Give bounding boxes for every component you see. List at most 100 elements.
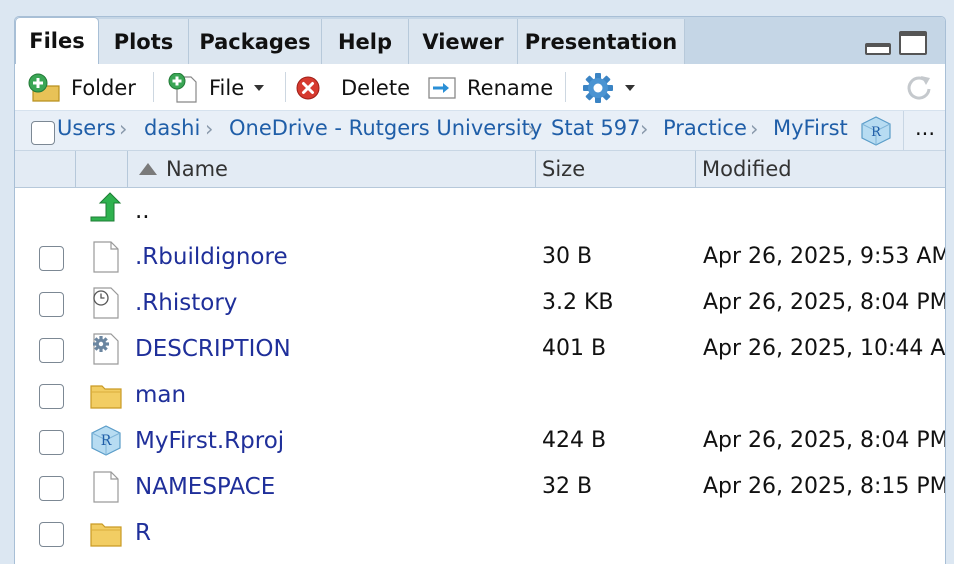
tab-packages[interactable]: Packages	[189, 19, 322, 64]
file-name-link[interactable]: MyFirst.Rproj	[135, 428, 284, 454]
breadcrumb-item-stat-597[interactable]: Stat 597	[551, 116, 640, 140]
refresh-button[interactable]	[903, 72, 935, 104]
tab-label: Presentation	[524, 29, 678, 54]
file-modified: Apr 26, 2025, 8:04 PM	[703, 428, 946, 453]
file-size: 424 B	[542, 428, 607, 453]
parent-directory-link[interactable]: ..	[135, 198, 150, 224]
breadcrumb-separator: ›	[527, 117, 536, 141]
select-all-checkbox[interactable]	[31, 121, 55, 145]
refresh-icon	[907, 76, 931, 100]
tab-label: Help	[337, 29, 393, 54]
more-options-button[interactable]	[581, 72, 635, 104]
breadcrumb: Users › dashi › OneDrive - Rutgers Unive…	[15, 111, 945, 151]
chevron-down-icon	[625, 85, 635, 91]
table-row[interactable]: DESCRIPTION 401 B Apr 26, 2025, 10:44 AM	[15, 328, 945, 374]
header-size-column[interactable]: Size	[536, 151, 696, 187]
row-checkbox[interactable]	[39, 338, 64, 363]
file-size: 30 B	[542, 244, 593, 269]
row-checkbox[interactable]	[39, 292, 64, 317]
toolbar-divider	[153, 72, 154, 102]
rename-icon	[428, 77, 456, 99]
table-row[interactable]: .Rbuildignore 30 B Apr 26, 2025, 9:53 AM	[15, 236, 945, 282]
settings-file-icon	[93, 333, 119, 365]
rename-label: Rename	[467, 76, 554, 100]
minimize-pane-button[interactable]	[865, 43, 891, 55]
breadcrumb-divider	[903, 111, 904, 150]
header-name-label: Name	[166, 157, 228, 181]
maximize-pane-button[interactable]	[899, 31, 927, 55]
new-file-button[interactable]: File	[165, 72, 265, 104]
new-file-label: File	[209, 76, 245, 100]
tab-label: Packages	[199, 29, 311, 54]
header-modified-label: Modified	[702, 157, 792, 181]
table-row[interactable]: .Rhistory 3.2 KB Apr 26, 2025, 8:04 PM	[15, 282, 945, 328]
row-checkbox[interactable]	[39, 522, 64, 547]
row-checkbox[interactable]	[39, 384, 64, 409]
header-name-column[interactable]: Name	[128, 151, 536, 187]
breadcrumb-item-practice[interactable]: Practice	[663, 116, 747, 140]
breadcrumb-separator: ›	[119, 117, 128, 141]
file-size: 3.2 KB	[542, 290, 614, 315]
folder-icon	[90, 523, 122, 547]
table-row[interactable]: R MyFirst.Rproj 424 B Apr 26, 2025, 8:04…	[15, 420, 945, 466]
breadcrumb-item-onedrive[interactable]: OneDrive - Rutgers University	[229, 116, 542, 140]
row-checkbox[interactable]	[39, 476, 64, 501]
files-toolbar: Folder File Delete Rename	[15, 64, 945, 111]
file-name-link[interactable]: .Rbuildignore	[135, 244, 288, 270]
table-row[interactable]: man	[15, 374, 945, 420]
breadcrumb-item-myfirst[interactable]: MyFirst	[773, 116, 848, 140]
file-icon	[93, 241, 119, 273]
header-size-label: Size	[542, 157, 586, 181]
file-icon	[93, 471, 119, 503]
file-name-link[interactable]: DESCRIPTION	[135, 336, 291, 362]
delete-label: Delete	[341, 76, 410, 100]
svg-text:R: R	[871, 125, 882, 140]
breadcrumb-item-dashi[interactable]: dashi	[144, 116, 200, 140]
gear-icon	[583, 73, 613, 103]
rename-button[interactable]: Rename	[427, 72, 553, 104]
new-folder-button[interactable]: Folder	[27, 72, 136, 104]
header-modified-column[interactable]: Modified	[696, 151, 945, 187]
table-row[interactable]: R	[15, 512, 945, 558]
tab-files[interactable]: Files	[15, 17, 99, 64]
table-row[interactable]: NAMESPACE 32 B Apr 26, 2025, 8:15 PM	[15, 466, 945, 512]
tab-bar: Files Plots Packages Help Viewer Present…	[15, 17, 945, 64]
up-arrow-icon	[90, 192, 122, 222]
toolbar-divider	[565, 72, 566, 102]
file-name-link[interactable]: .Rhistory	[135, 290, 237, 316]
breadcrumb-separator: ›	[750, 117, 759, 141]
header-icon-column	[76, 151, 128, 187]
new-file-icon	[168, 73, 197, 103]
breadcrumb-separator: ›	[205, 117, 214, 141]
folder-name-link[interactable]: R	[135, 520, 151, 546]
new-folder-icon	[28, 73, 60, 102]
breadcrumb-item-users[interactable]: Users	[57, 116, 116, 140]
row-checkbox[interactable]	[39, 246, 64, 271]
breadcrumb-overflow-button[interactable]: ...	[915, 116, 935, 140]
file-size: 401 B	[542, 336, 607, 361]
file-name-link[interactable]: NAMESPACE	[135, 474, 275, 500]
row-checkbox[interactable]	[39, 430, 64, 455]
toolbar-divider	[285, 72, 286, 102]
file-list-header: Name Size Modified	[15, 151, 945, 188]
tab-help[interactable]: Help	[322, 19, 409, 64]
window-controls	[865, 31, 927, 55]
tab-viewer[interactable]: Viewer	[409, 19, 518, 64]
file-modified: Apr 26, 2025, 10:44 AM	[703, 336, 946, 361]
tab-plots[interactable]: Plots	[99, 19, 189, 64]
folder-icon	[90, 385, 122, 409]
folder-name-link[interactable]: man	[135, 382, 186, 408]
rproject-icon[interactable]: R	[860, 116, 892, 146]
history-file-icon	[93, 287, 119, 319]
tab-presentation[interactable]: Presentation	[518, 19, 685, 64]
tab-label: Files	[29, 29, 85, 53]
rproj-icon: R	[91, 425, 121, 456]
new-folder-label: Folder	[71, 76, 136, 100]
tab-label: Plots	[113, 29, 174, 54]
delete-button[interactable]: Delete	[295, 72, 410, 104]
file-modified: Apr 26, 2025, 8:15 PM	[703, 474, 946, 499]
header-checkbox-column	[15, 151, 76, 187]
chevron-down-icon	[254, 85, 265, 91]
parent-directory-row[interactable]: ..	[15, 188, 945, 234]
tab-label: Viewer	[422, 29, 504, 54]
